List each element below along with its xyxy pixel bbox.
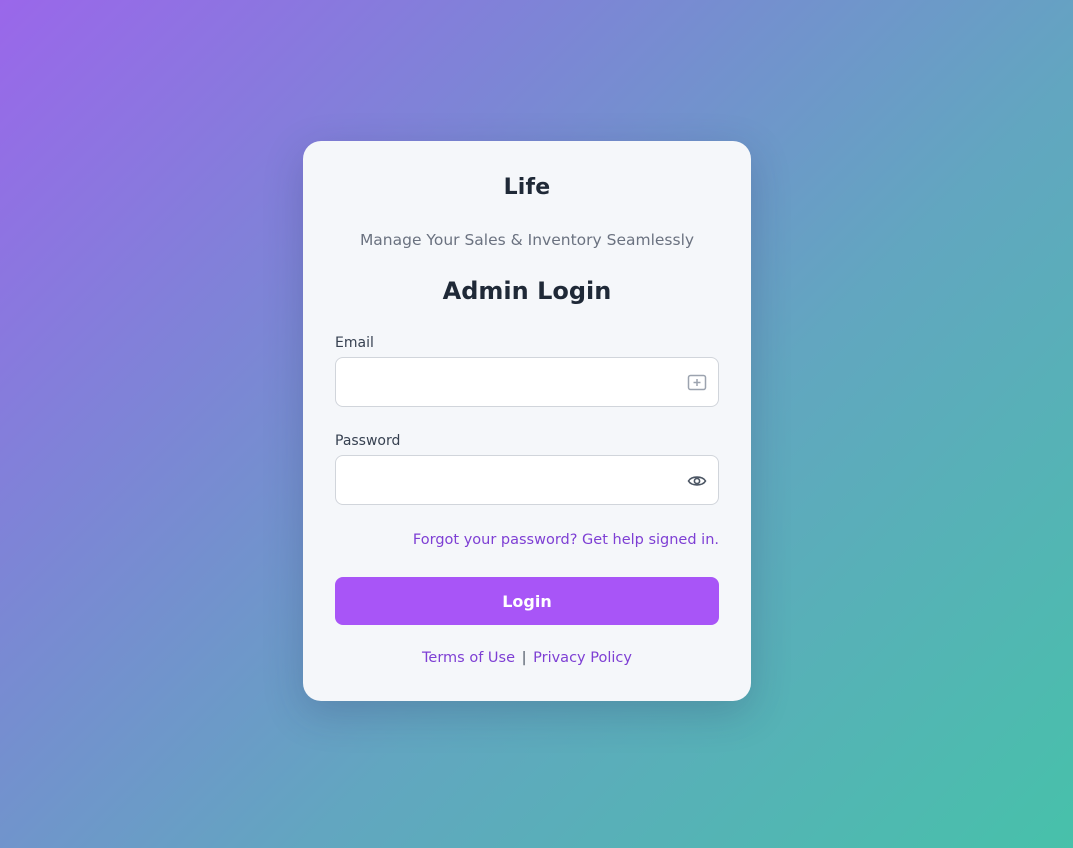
login-card: Life Manage Your Sales & Inventory Seaml… (303, 141, 751, 701)
email-field[interactable] (336, 358, 718, 406)
email-field-wrapper (335, 357, 719, 407)
password-field-wrapper (335, 455, 719, 505)
email-label: Email (335, 335, 374, 351)
footer-links: Terms of Use | Privacy Policy (303, 650, 751, 666)
login-button[interactable]: Login (335, 577, 719, 625)
credential-autofill-icon[interactable] (687, 373, 707, 393)
tagline: Manage Your Sales & Inventory Seamlessly (359, 231, 695, 249)
terms-of-use-link[interactable]: Terms of Use (422, 650, 515, 666)
password-field[interactable] (336, 456, 718, 504)
page-title: Admin Login (442, 277, 612, 305)
footer-separator: | (521, 650, 527, 666)
privacy-policy-link[interactable]: Privacy Policy (533, 650, 632, 666)
eye-icon[interactable] (687, 471, 707, 491)
password-label: Password (335, 433, 401, 449)
brand-name: Life (503, 175, 551, 200)
forgot-password-link[interactable]: Forgot your password? Get help signed in… (413, 532, 719, 548)
